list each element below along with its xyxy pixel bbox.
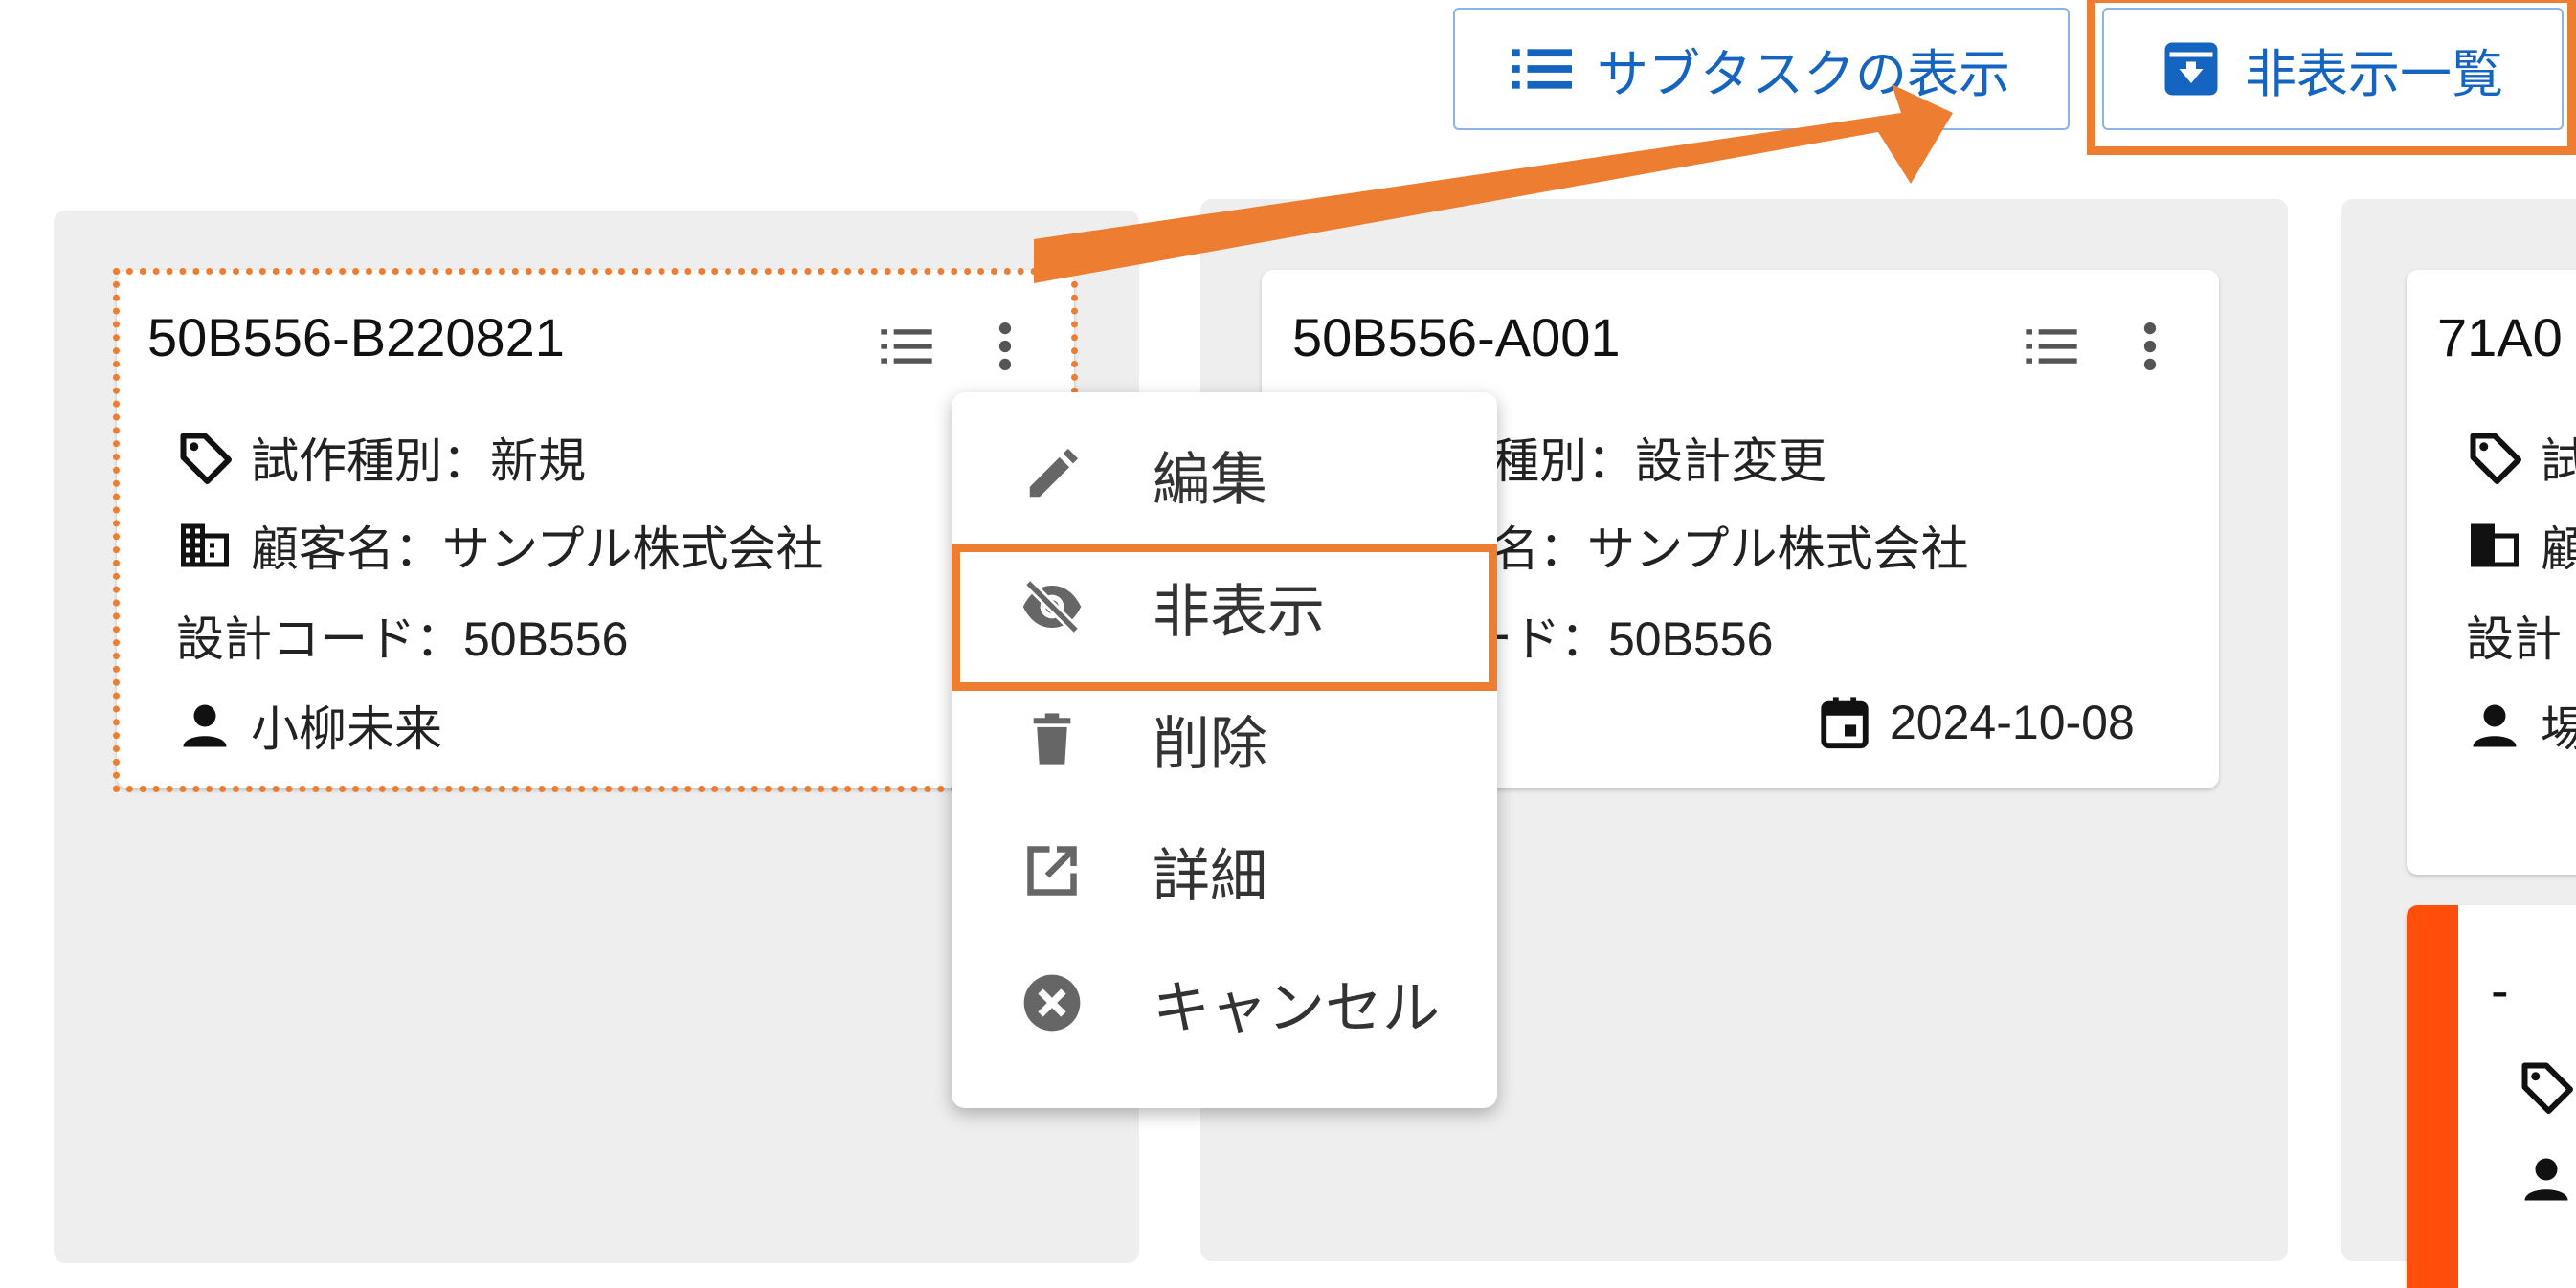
annotation-arrow [1034,84,1953,283]
annotation-arrow-shape [1034,84,1953,283]
